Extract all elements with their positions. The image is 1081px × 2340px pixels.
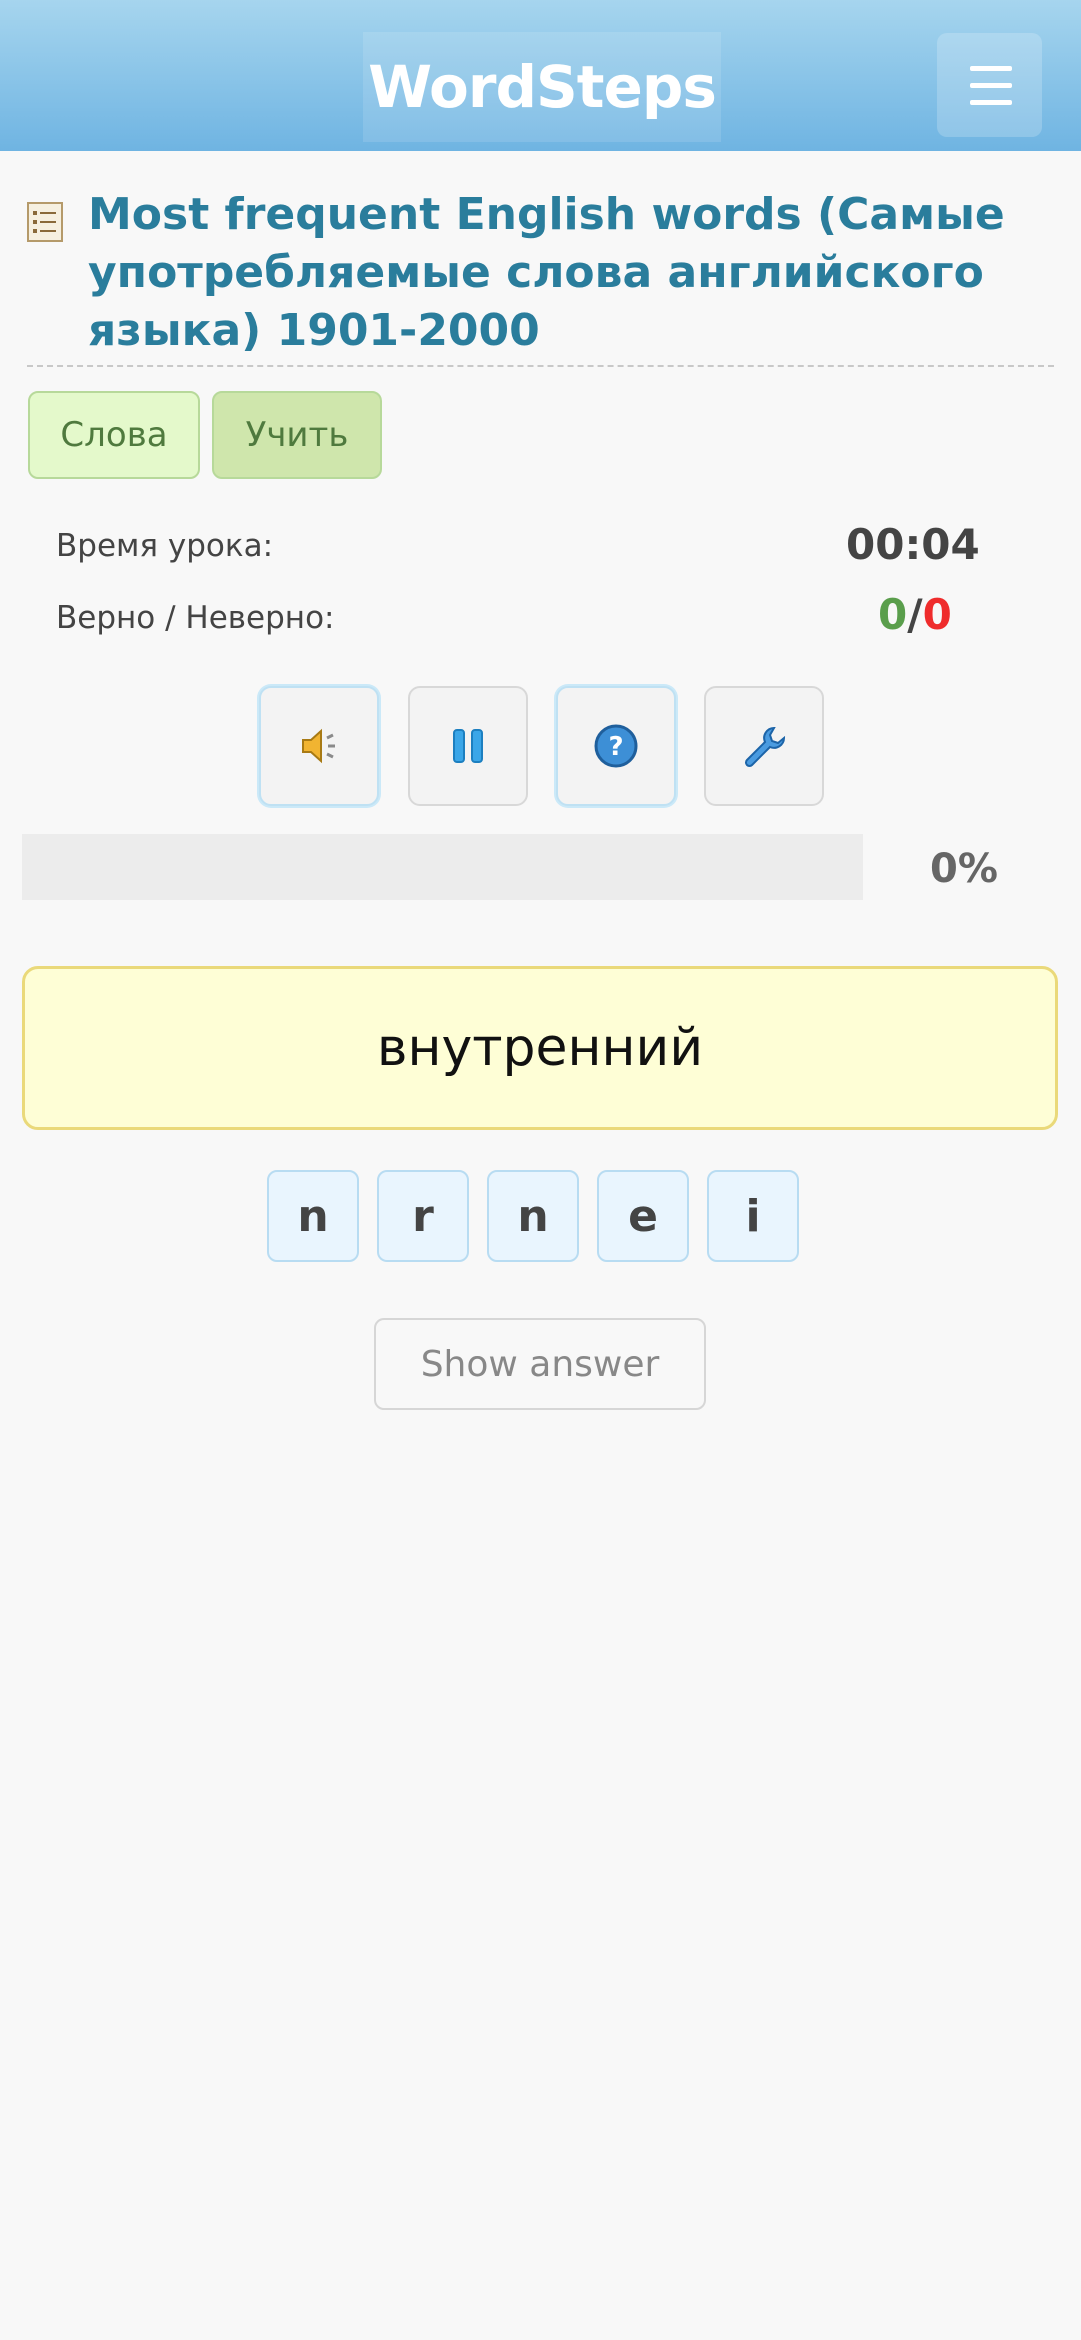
score-value: 0/0	[878, 590, 952, 639]
letter-tile[interactable]: n	[487, 1170, 579, 1262]
tab-words[interactable]: Слова	[28, 391, 200, 479]
letter-tile[interactable]: n	[267, 1170, 359, 1262]
sound-button[interactable]	[259, 686, 379, 806]
settings-button[interactable]	[704, 686, 824, 806]
word-list-icon	[27, 202, 63, 242]
show-answer-button[interactable]: Show answer	[374, 1318, 706, 1410]
wrong-count: 0	[922, 590, 952, 639]
hamburger-line	[970, 83, 1012, 88]
wordsteps-logo[interactable]: WordSteps	[363, 32, 721, 142]
svg-text:?: ?	[608, 732, 623, 762]
letter-tile[interactable]: i	[707, 1170, 799, 1262]
correct-count: 0	[878, 590, 908, 639]
letter-tile[interactable]: r	[377, 1170, 469, 1262]
score-label: Верно / Неверно:	[56, 600, 335, 636]
page-title: Most frequent English words (Самые употр…	[88, 189, 1005, 356]
hamburger-menu-icon	[970, 66, 1012, 71]
progress-percent: 0%	[930, 846, 998, 892]
speaker-icon	[302, 728, 335, 764]
app-header: WordSteps	[0, 0, 1081, 151]
lesson-time-label: Время урока:	[56, 528, 274, 564]
lesson-progress-bar	[22, 834, 863, 900]
lesson-time-value: 00:04	[846, 520, 980, 569]
hamburger-line	[970, 100, 1012, 105]
pause-icon	[453, 729, 483, 763]
score-separator: /	[907, 590, 923, 639]
wrench-icon	[744, 726, 786, 768]
title-divider	[27, 365, 1054, 367]
help-icon: ?	[594, 724, 638, 768]
pause-button[interactable]	[408, 686, 528, 806]
prompt-word-card: внутренний	[22, 966, 1058, 1130]
letter-tile[interactable]: e	[597, 1170, 689, 1262]
menu-button[interactable]	[937, 33, 1042, 137]
help-button[interactable]: ?	[556, 686, 676, 806]
tab-learn[interactable]: Учить	[212, 391, 382, 479]
